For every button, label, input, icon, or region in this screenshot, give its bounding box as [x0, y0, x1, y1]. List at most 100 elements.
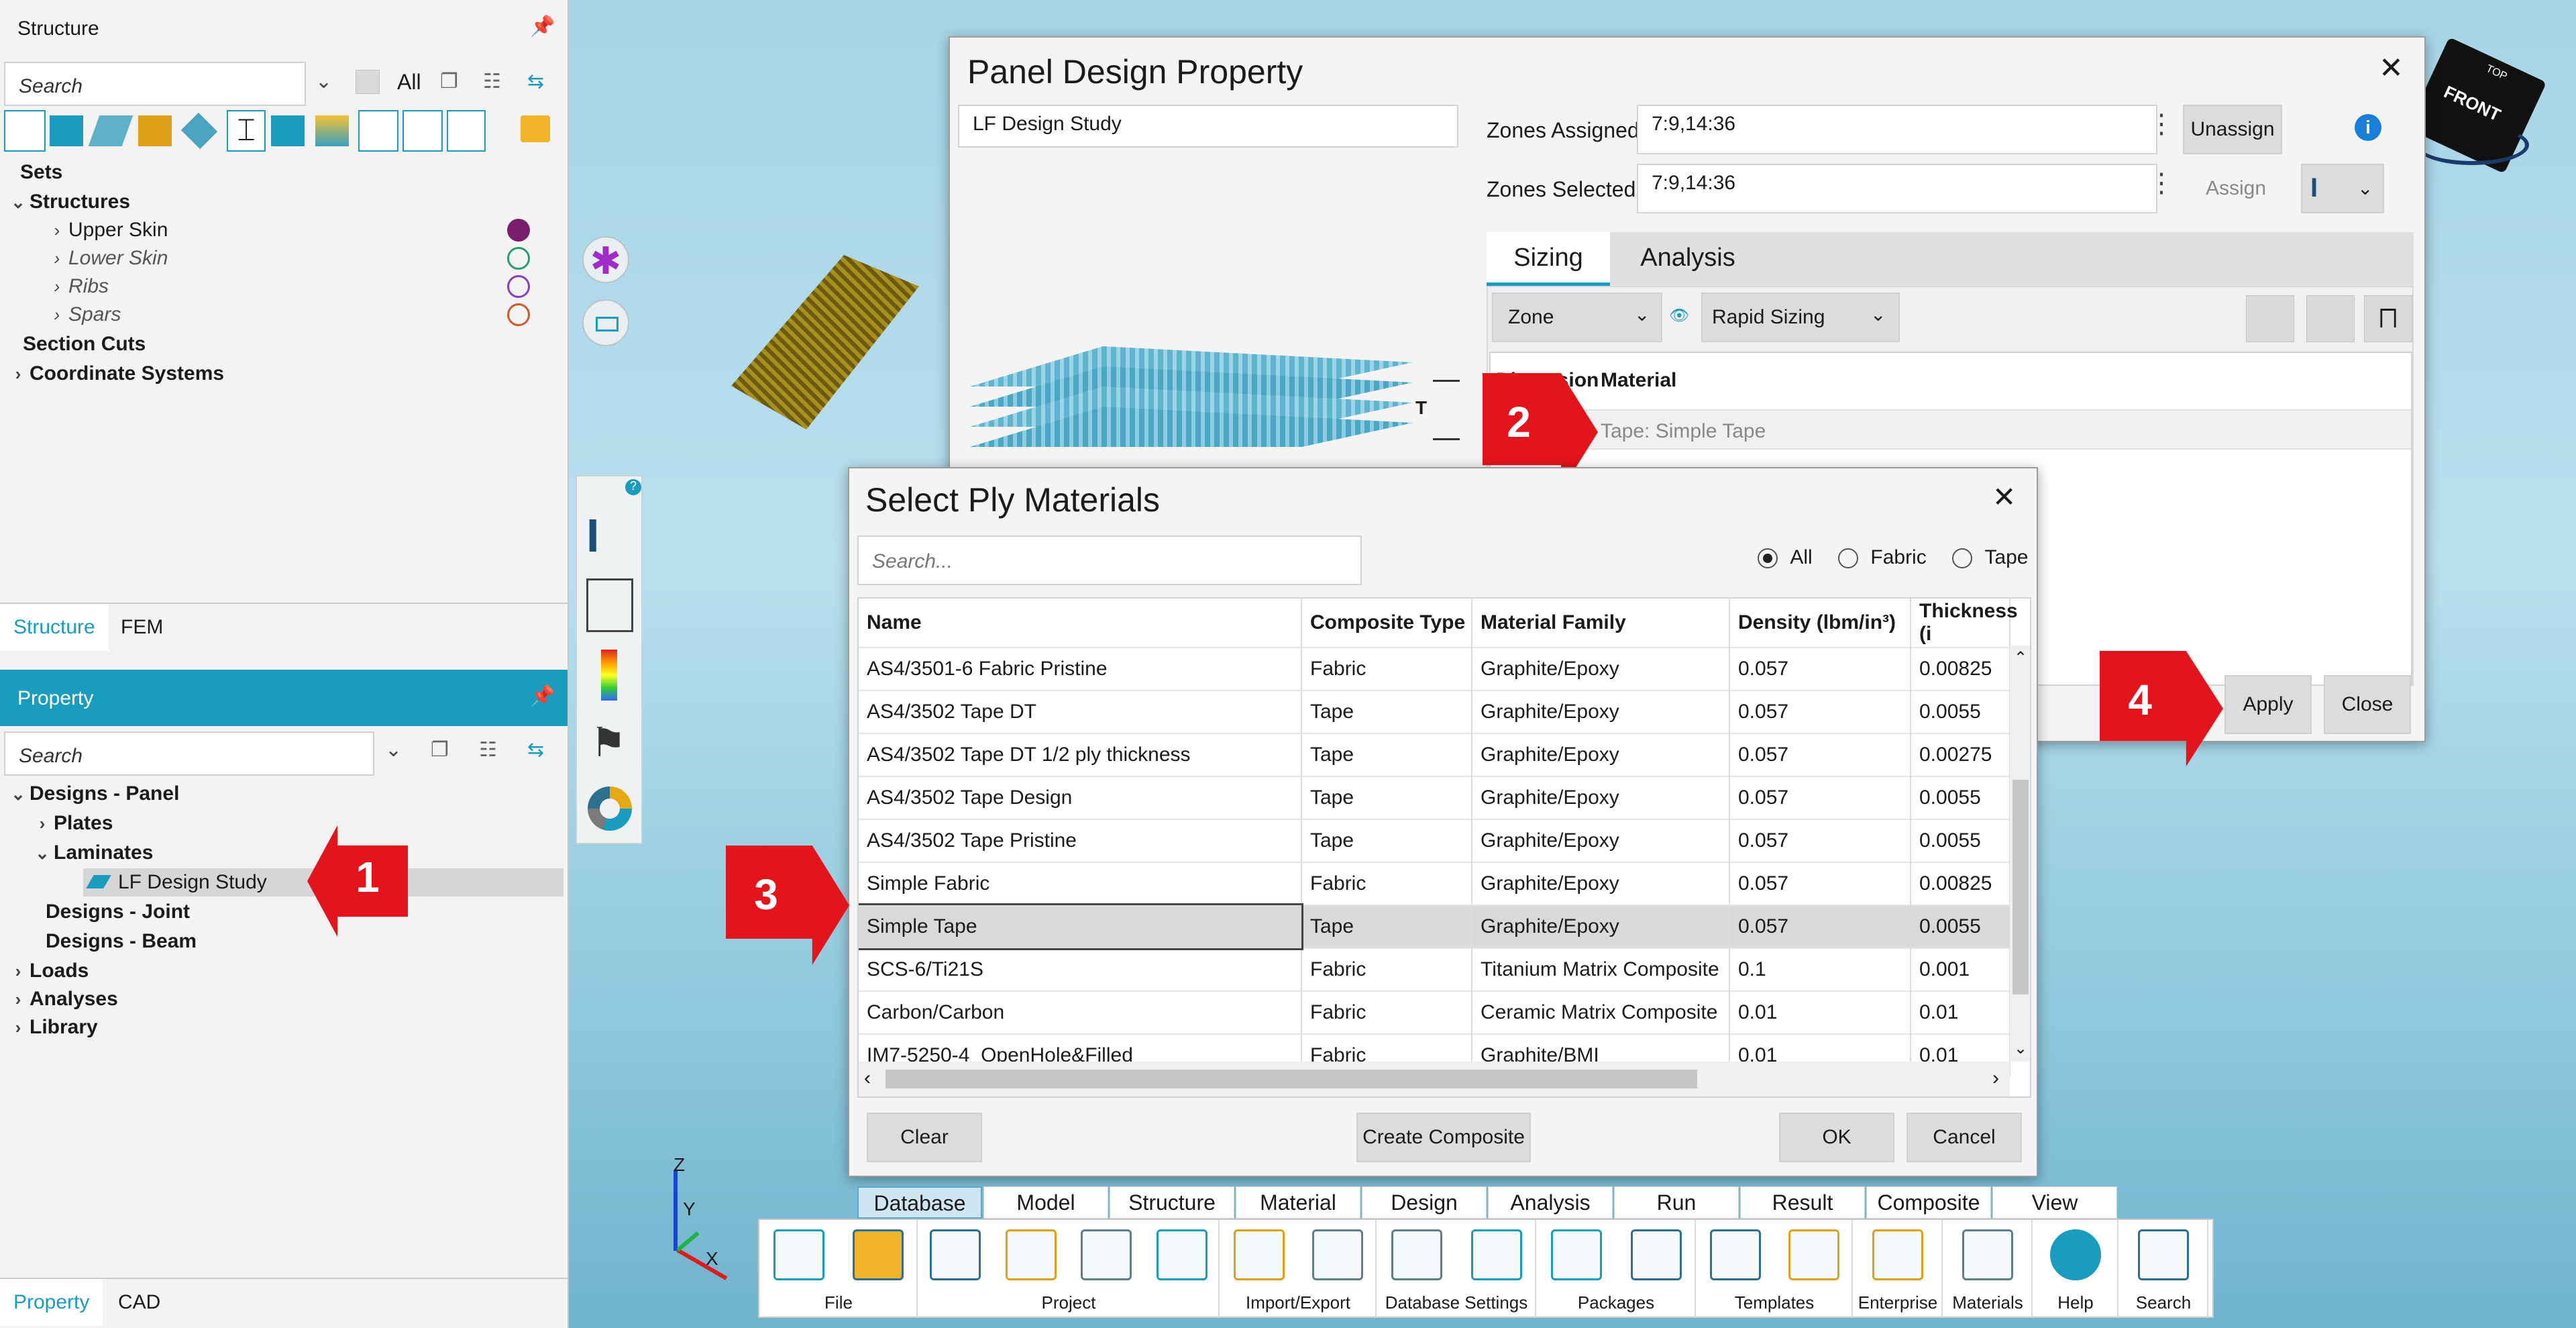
row-composite-type[interactable]: Fabric [1301, 990, 1472, 1034]
donut-chart-icon[interactable] [588, 786, 632, 831]
folder-icon[interactable] [521, 115, 550, 142]
ribbon-label[interactable]: Database Settings [1377, 1292, 1536, 1313]
ribbon-label[interactable]: Templates [1696, 1292, 1853, 1313]
menu-tab-database[interactable]: Database [857, 1186, 982, 1219]
chevron-down-icon[interactable]: ⌄ [7, 188, 30, 216]
ribbon-label[interactable]: Packages [1536, 1292, 1696, 1313]
menu-tab-composite[interactable]: Composite [1866, 1186, 1991, 1219]
apply-button[interactable]: Apply [2224, 675, 2312, 734]
window-icon[interactable] [582, 299, 629, 346]
row-material-family[interactable]: Graphite/Epoxy [1472, 647, 1730, 691]
table-row[interactable]: SCS-6/Ti21S Fabric Titanium Matrix Composi… [859, 948, 2010, 991]
help-icon[interactable]: ? [625, 479, 641, 495]
col-material-family[interactable]: Material Family [1472, 599, 1730, 648]
cancel-button[interactable]: Cancel [1907, 1113, 2022, 1162]
row-composite-type[interactable]: Tape [1301, 776, 1472, 819]
table-row[interactable]: AS4/3502 Tape DT 1/2 ply thickness Tape Gr… [859, 733, 2010, 776]
radio-tape[interactable] [1952, 548, 1973, 569]
tree-plates[interactable]: › Plates [31, 809, 113, 837]
row-material-family[interactable]: Titanium Matrix Composite [1472, 948, 1730, 991]
tree-analyses[interactable]: › Analyses [7, 985, 118, 1013]
tree-loads[interactable]: › Loads [7, 957, 89, 985]
menu-tab-analysis[interactable]: Analysis [1488, 1186, 1613, 1219]
row-name[interactable]: AS4/3502 Tape DT 1/2 ply thickness [859, 733, 1302, 776]
chevron-down-icon[interactable]: ⌄ [315, 70, 332, 93]
close-button[interactable]: Close [2324, 675, 2411, 734]
sizing-chart-icon[interactable] [2246, 295, 2294, 342]
eye-icon[interactable]: 👁 [1669, 306, 1689, 325]
color-swatch-spars[interactable] [507, 303, 530, 326]
copy-icon[interactable]: ❐ [440, 70, 458, 93]
scrollbar-thumb[interactable] [885, 1070, 1697, 1088]
row-composite-type[interactable]: Tape [1301, 733, 1472, 776]
row-composite-type[interactable]: Tape [1301, 905, 1472, 948]
tree-section-cuts[interactable]: Section Cuts [23, 330, 146, 358]
chevron-right-icon[interactable]: › [7, 985, 30, 1013]
row-thickness[interactable]: 0.0055 [1911, 776, 2010, 819]
unassign-button[interactable]: Unassign [2183, 105, 2282, 154]
row-thickness[interactable]: 0.00275 [1911, 733, 2010, 776]
row-thickness[interactable]: 0.0055 [1911, 819, 2010, 862]
close-icon[interactable]: ✕ [1992, 480, 2016, 513]
rapid-sizing-dropdown[interactable]: Rapid Sizing ⌄ [1701, 293, 1900, 342]
view-cube-ring[interactable] [2415, 125, 2529, 165]
design-name-field[interactable]: LF Design Study [958, 105, 1458, 148]
chevron-down-icon[interactable]: ⌄ [31, 839, 54, 867]
chevron-down-icon[interactable]: ⌄ [385, 738, 402, 762]
ribbon-label[interactable]: File [759, 1292, 918, 1313]
clear-button[interactable]: Clear [867, 1113, 982, 1162]
chevron-right-icon[interactable]: › [46, 244, 68, 272]
scroll-right-icon[interactable]: › [1992, 1067, 1999, 1090]
tree-library[interactable]: › Library [7, 1013, 98, 1041]
row-material-family[interactable]: Graphite/Epoxy [1472, 905, 1730, 948]
settings-gear-icon[interactable] [1470, 1229, 1522, 1280]
templates-icon[interactable] [1788, 1229, 1839, 1280]
export-icon[interactable] [1311, 1229, 1363, 1280]
scroll-down-icon[interactable]: ⌄ [2014, 1039, 2027, 1058]
row-material-family[interactable]: Graphite/Epoxy [1472, 733, 1730, 776]
row-density[interactable]: 0.1 [1729, 948, 1911, 991]
zone-dropdown[interactable]: Zone ⌄ [1492, 293, 1662, 342]
connection-icon[interactable] [4, 110, 46, 152]
color-scale-icon[interactable] [601, 650, 617, 701]
table-row[interactable]: AS4/3501-6 Fabric Pristine Fabric Graphite… [859, 647, 2010, 691]
horizontal-scrollbar[interactable]: ‹ › [859, 1062, 2010, 1096]
col-density[interactable]: Density (lbm/in³) [1729, 599, 1911, 648]
table-row[interactable]: AS4/3502 Tape Design Tape Graphite/Epoxy 0.… [859, 776, 2010, 819]
columns-icon[interactable]: ⨅ [2364, 295, 2412, 342]
col-composite-type[interactable]: Composite Type [1301, 599, 1472, 648]
layers-icon[interactable] [315, 115, 349, 146]
hierarchy-icon[interactable]: ☷ [483, 70, 501, 93]
row-material-family[interactable]: Graphite/Epoxy [1472, 776, 1730, 819]
row-name[interactable]: AS4/3501-6 Fabric Pristine [859, 647, 1302, 691]
ribbon-label[interactable]: Import/Export [1220, 1292, 1377, 1313]
sync-icon[interactable]: ⇆ [527, 738, 544, 762]
row-density[interactable]: 0.057 [1729, 905, 1911, 948]
row-material-family[interactable]: Graphite/Epoxy [1472, 862, 1730, 905]
section-icon[interactable] [358, 110, 398, 152]
row-thickness[interactable]: 0.001 [1911, 948, 2010, 991]
row-thickness[interactable]: 0.00825 [1911, 647, 2010, 691]
tab-sizing[interactable]: Sizing [1487, 232, 1610, 286]
project-window-icon[interactable] [1005, 1229, 1057, 1280]
menu-tab-model[interactable]: Model [983, 1186, 1108, 1219]
table-row[interactable]: AS4/3502 Tape Pristine Tape Graphite/Epoxy… [859, 819, 2010, 862]
tab-structure[interactable]: Structure [0, 604, 109, 651]
row-density[interactable]: 0.057 [1729, 819, 1911, 862]
tree-structures[interactable]: ⌄ Structures [7, 188, 130, 216]
close-icon[interactable]: ✕ [2379, 51, 2404, 85]
flag-icon[interactable]: ⚑ [590, 719, 627, 766]
window-glasses-icon[interactable] [586, 578, 633, 632]
row-density[interactable]: 0.01 [1729, 990, 1911, 1034]
radio-fabric[interactable] [1838, 548, 1859, 569]
menu-tab-material[interactable]: Material [1236, 1186, 1360, 1219]
gear-cube-icon[interactable] [402, 110, 443, 152]
new-project-icon[interactable] [930, 1229, 981, 1280]
tree-laminates[interactable]: ⌄ Laminates [31, 839, 153, 867]
chevron-right-icon[interactable]: › [7, 1013, 30, 1041]
table-row[interactable]: AS4/3502 Tape DT Tape Graphite/Epoxy 0.057 0… [859, 690, 2010, 733]
beam-icon[interactable] [138, 115, 172, 146]
pin-icon[interactable]: 📌 [530, 684, 555, 708]
help-icon[interactable] [2050, 1229, 2101, 1280]
more-options-icon[interactable]: ⋮ [2148, 109, 2175, 140]
